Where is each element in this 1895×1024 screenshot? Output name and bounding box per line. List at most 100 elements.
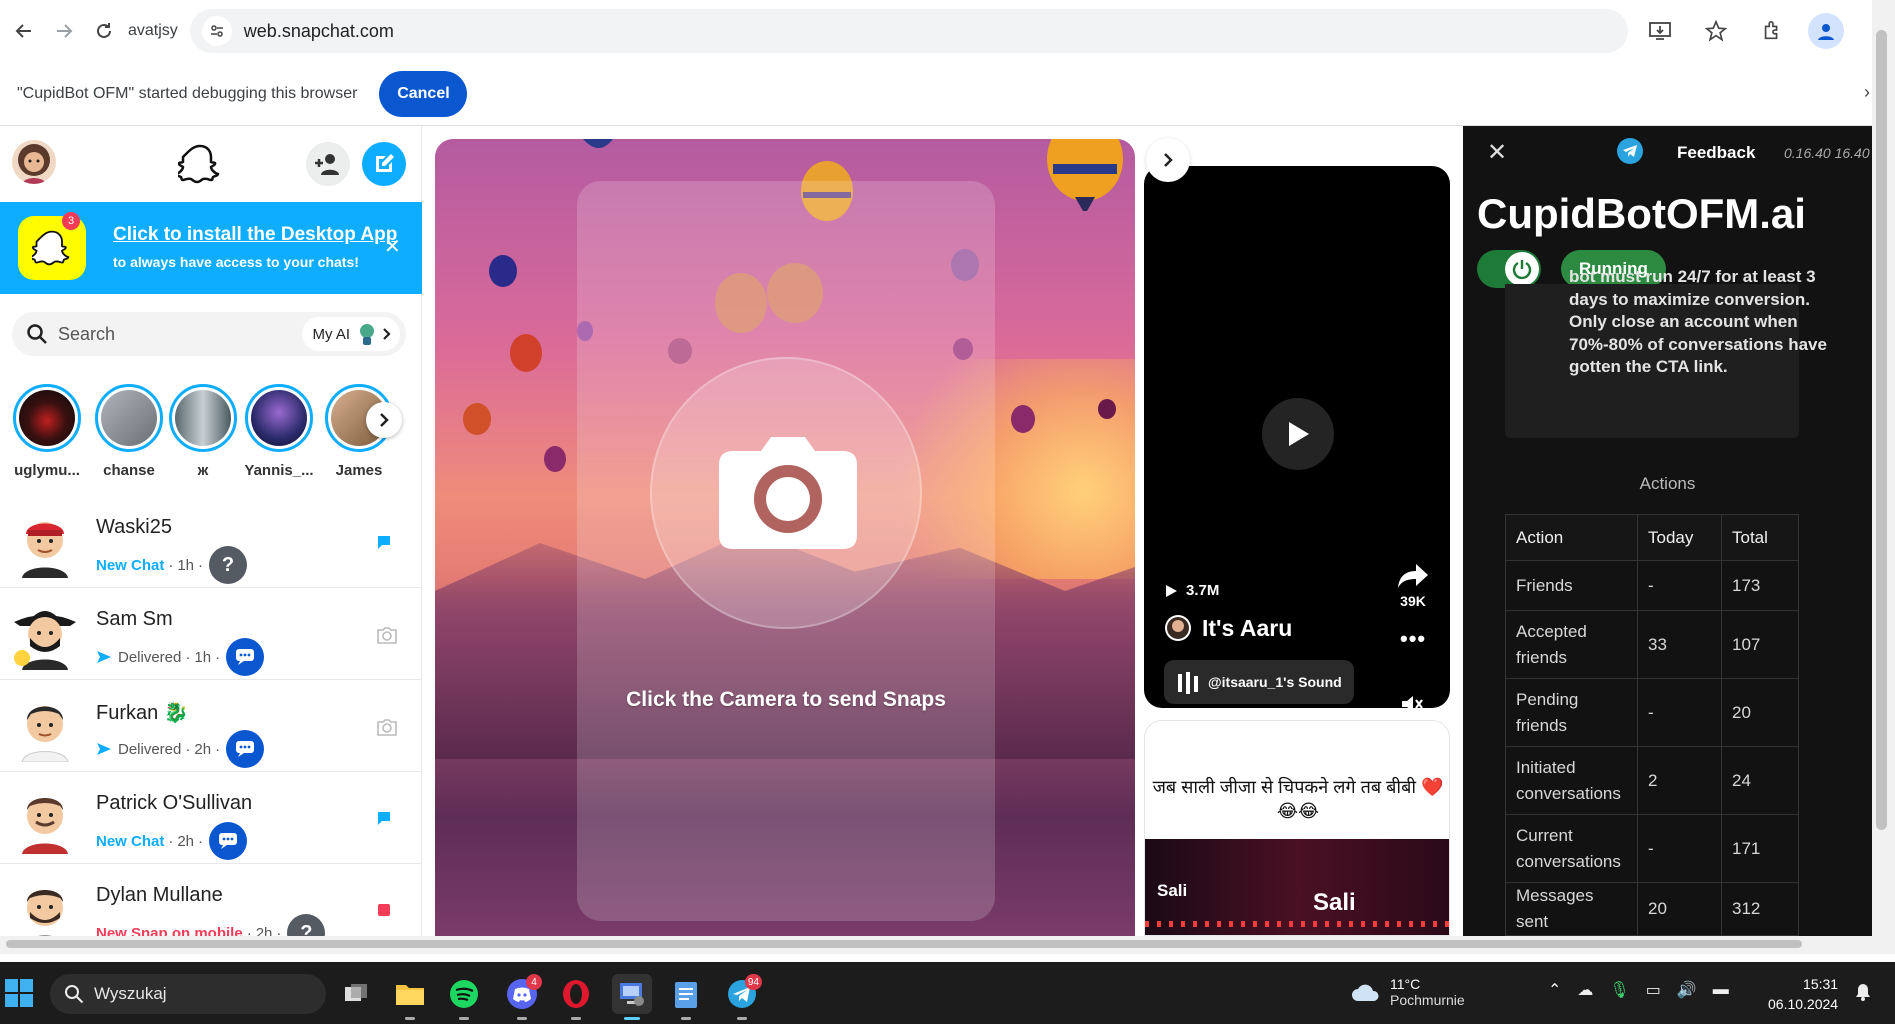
chat-row[interactable]: Furkan 🐉 Delivered · 2h ·	[0, 680, 422, 772]
table-row: Friends - 173	[1505, 560, 1799, 611]
profile-name: avatjsy	[128, 22, 178, 39]
opera-icon[interactable]	[556, 974, 596, 1020]
snapchat-ghost-icon[interactable]	[174, 142, 222, 191]
sound-name: @itsaaru_1's Sound	[1208, 674, 1342, 690]
network-icon[interactable]: ▭	[1646, 980, 1661, 1000]
battery-icon[interactable]: ▬	[1713, 981, 1729, 999]
camera-icon[interactable]	[376, 718, 398, 741]
bookmark-star-icon[interactable]	[1696, 11, 1736, 51]
table-header: Action	[1505, 514, 1638, 561]
telegram-icon[interactable]	[1617, 138, 1643, 164]
url-text[interactable]: web.snapchat.com	[244, 21, 394, 42]
clock[interactable]: 15:31 06.10.2024	[1768, 974, 1838, 1014]
table-cell: 171	[1721, 814, 1799, 883]
story-item[interactable]: Yannis_...	[242, 384, 316, 479]
chevron-up-icon[interactable]: ⌃	[1548, 980, 1561, 1000]
scrollbar-thumb[interactable]	[1876, 30, 1887, 830]
horizontal-scrollbar[interactable]	[0, 936, 1872, 954]
camera-button[interactable]	[650, 357, 922, 629]
install-banner-subtitle: to always have access to your chats!	[113, 254, 359, 270]
chat-row[interactable]: Sam Sm Delivered · 1h ·	[0, 588, 422, 680]
feedback-link[interactable]: Feedback	[1677, 143, 1755, 163]
site-settings-icon[interactable]	[201, 16, 232, 46]
microphone-icon[interactable]: 🎙	[1609, 980, 1629, 1000]
chat-time: 2h	[177, 832, 195, 850]
new-chat-button[interactable]	[362, 142, 406, 186]
chat-row[interactable]: Dylan Mullane New Snap on mobile · 2h · …	[0, 864, 422, 936]
table-cell: 312	[1721, 882, 1799, 936]
spotlight-video-card[interactable]: 3.7M 39K It's Aaru ••• @itsaaru_1's Soun…	[1144, 166, 1450, 708]
install-desktop-app-banner[interactable]: 3 Click to install the Desktop App to al…	[0, 202, 422, 294]
story-item[interactable]: uglymu...	[10, 384, 84, 479]
chat-bubble-icon[interactable]	[226, 730, 265, 768]
chevron-right-icon[interactable]: ›	[1864, 82, 1870, 103]
story-name: James	[335, 462, 383, 479]
discord-icon[interactable]: 4	[502, 974, 542, 1020]
back-button[interactable]	[4, 11, 44, 51]
my-bitmoji-avatar[interactable]	[12, 140, 56, 184]
notepad-icon[interactable]	[666, 974, 706, 1020]
install-banner-title[interactable]: Click to install the Desktop App	[113, 224, 397, 246]
camera-icon[interactable]	[376, 626, 398, 649]
my-ai-button[interactable]: My AI	[302, 317, 400, 351]
my-ai-avatar-icon	[360, 324, 374, 345]
chat-bubble-icon[interactable]	[226, 638, 265, 676]
cancel-debugging-button[interactable]: Cancel	[379, 70, 468, 117]
play-icon[interactable]	[1262, 398, 1334, 470]
notification-bell-icon[interactable]	[1854, 982, 1872, 1007]
story-item[interactable]: ж	[166, 384, 240, 479]
more-options-icon[interactable]: •••	[1400, 626, 1426, 652]
install-app-icon[interactable]	[1640, 11, 1680, 51]
chat-row[interactable]: Patrick O'Sullivan New Chat · 2h ·	[0, 772, 422, 864]
telegram-icon[interactable]: 94	[722, 974, 762, 1020]
chat-name: Sam Sm	[96, 608, 173, 630]
chat-status-text: Delivered	[118, 648, 182, 666]
scrollbar-thumb[interactable]	[6, 940, 1802, 948]
chat-row[interactable]: Waski25 New Chat · 1h · ?	[0, 496, 422, 588]
vertical-scrollbar[interactable]	[1872, 0, 1895, 954]
address-bar[interactable]: web.snapchat.com	[189, 9, 1628, 53]
windows-start-icon[interactable]	[4, 978, 34, 1013]
mute-icon[interactable]	[1400, 694, 1424, 708]
onedrive-cloud-icon[interactable]: ☁	[1577, 980, 1593, 1000]
chevron-right-icon	[380, 413, 389, 427]
reload-icon	[97, 23, 111, 38]
file-explorer-icon[interactable]	[390, 974, 430, 1020]
close-icon[interactable]: ✕	[1487, 138, 1507, 167]
discord-badge: 4	[526, 974, 542, 990]
add-friend-button[interactable]	[306, 142, 350, 186]
new-chat-indicator-icon	[376, 810, 392, 831]
weather-widget[interactable]: 11°C Pochmurnie	[1350, 976, 1465, 1008]
bitmoji-avatar	[10, 692, 80, 763]
delivered-arrow-icon	[97, 743, 111, 755]
power-toggle[interactable]	[1477, 250, 1541, 288]
volume-icon[interactable]: 🔊	[1677, 980, 1697, 1000]
table-row: Accepted friends 33 107	[1505, 610, 1799, 679]
active-app-icon[interactable]	[612, 974, 652, 1020]
spotlight-next-card[interactable]: जब साली जीजा से चिपकने लगे तब बीबी ❤️😂😂 …	[1144, 720, 1450, 936]
stories-next-button[interactable]	[366, 402, 402, 438]
share-button[interactable]: 39K	[1396, 562, 1430, 609]
table-row: Current conversations - 171	[1505, 814, 1799, 883]
help-icon[interactable]: ?	[287, 914, 326, 936]
add-friend-icon	[315, 154, 339, 175]
sound-button[interactable]: @itsaaru_1's Sound	[1164, 660, 1354, 704]
spotify-icon[interactable]	[444, 974, 484, 1020]
extensions-icon[interactable]	[1752, 11, 1792, 51]
spotlight-next-button[interactable]	[1146, 138, 1190, 182]
help-icon[interactable]: ?	[209, 546, 248, 584]
taskbar-search[interactable]: Wyszukaj	[50, 974, 326, 1014]
clock-date: 06.10.2024	[1768, 996, 1839, 1012]
story-item[interactable]: chanse	[92, 384, 166, 479]
chat-bubble-icon[interactable]	[209, 822, 248, 860]
search-input[interactable]: Search My AI	[12, 312, 406, 356]
author-name: It's Aaru	[1202, 614, 1293, 641]
profile-avatar-icon[interactable]	[1807, 13, 1844, 49]
task-view-icon[interactable]	[336, 974, 376, 1014]
chat-time: 1h	[194, 648, 212, 666]
spotlight-author[interactable]: It's Aaru	[1164, 614, 1292, 642]
forward-button[interactable]	[44, 11, 84, 51]
reload-button[interactable]	[84, 11, 124, 51]
close-icon[interactable]: ✕	[384, 234, 401, 259]
chat-status: New Chat · 2h ·	[96, 822, 248, 860]
